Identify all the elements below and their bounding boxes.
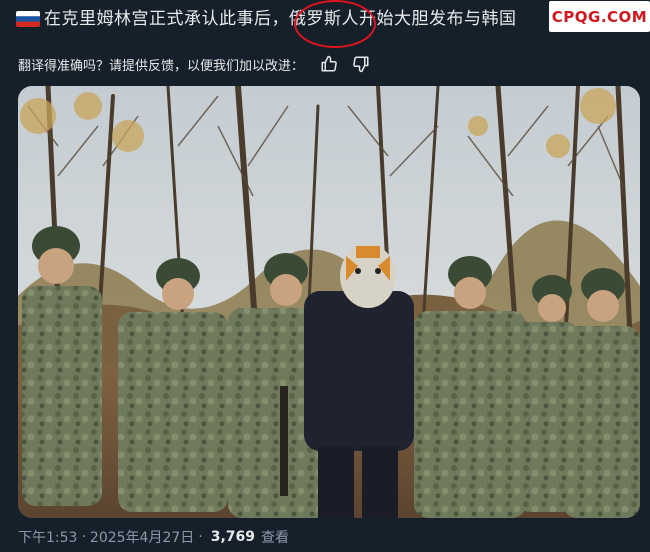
russia-flag-icon [16,11,40,27]
post-photo[interactable] [18,86,640,518]
post-date[interactable]: 2025年4月27日 [90,527,194,547]
watermark-logo: CPQG.COM [549,1,650,32]
meta-separator-2: · [198,529,203,545]
post-text-content: 在克里姆林宫正式承认此事后，俄罗斯人开始大胆发布与韩国 [44,9,517,29]
post-meta: 下午1:53 · 2025年4月27日 · 3,769 查看 [18,527,289,547]
highlight-circle [294,0,376,48]
translation-feedback-prompt: 翻译得准确吗？请提供反馈，以便我们加以改进： [18,58,305,74]
post-time[interactable]: 下午1:53 [18,527,77,547]
post-text: 在克里姆林宫正式承认此事后，俄罗斯人开始大胆发布与韩国 [16,4,517,34]
thumbs-up-icon[interactable] [318,54,340,74]
thumbs-down-icon[interactable] [350,54,372,74]
views-count: 3,769 [210,529,256,545]
meta-separator: · [81,529,86,545]
translation-feedback-bar: 翻译得准确吗？请提供反馈，以便我们加以改进： [18,54,372,74]
views-label: 查看 [261,530,290,546]
